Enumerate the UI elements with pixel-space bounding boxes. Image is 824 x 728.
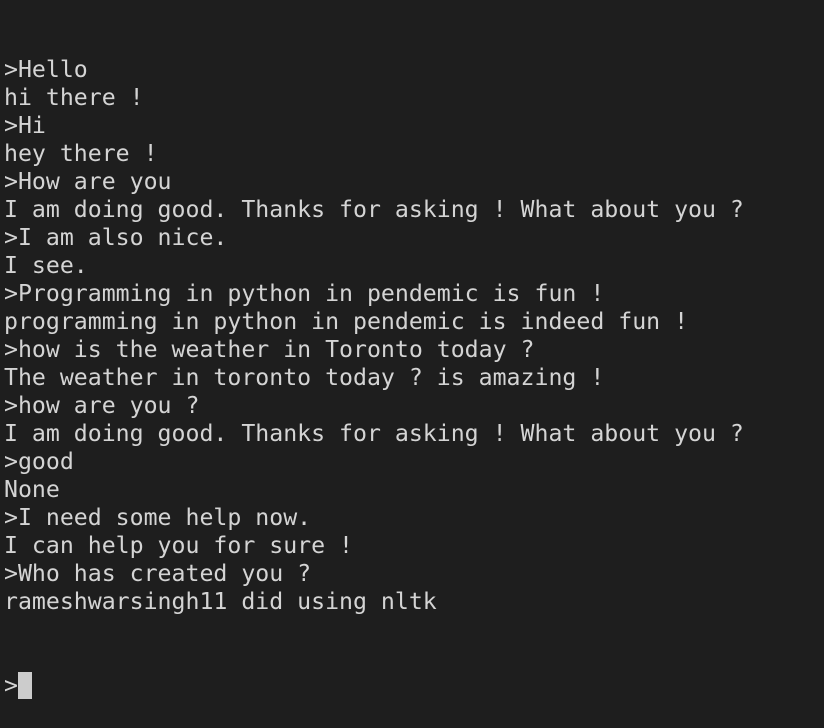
user-input-line: >good <box>4 448 74 475</box>
bot-response-line: hi there ! <box>4 84 144 111</box>
bot-response-line: I am doing good. Thanks for asking ! Wha… <box>4 196 744 223</box>
user-input-line: >Who has created you ? <box>4 560 312 587</box>
bot-response-line: I see. <box>4 252 88 279</box>
bot-response-line: I am doing good. Thanks for asking ! Wha… <box>4 420 744 447</box>
bot-response-line: hey there ! <box>4 140 158 167</box>
text-cursor <box>17 672 32 699</box>
bot-response-line: None <box>4 476 60 503</box>
user-input-line: >Hello <box>4 56 88 83</box>
bot-response-line: The weather in toronto today ? is amazin… <box>4 364 605 391</box>
prompt-symbol: > <box>4 672 18 699</box>
prompt-line[interactable]: > <box>4 672 744 700</box>
user-input-line: >how are you ? <box>4 392 200 419</box>
user-input-line: >I am also nice. <box>4 224 228 251</box>
user-input-line: >how is the weather in Toronto today ? <box>4 336 535 363</box>
terminal-output: >Hello hi there ! >Hi hey there ! >How are y… <box>4 0 744 728</box>
user-input-line: >How are you <box>4 168 172 195</box>
bot-response-line: rameshwarsingh11 did using nltk <box>4 588 437 615</box>
user-input-line: >Hi <box>4 112 46 139</box>
bot-response-line: programming in python in pendemic is ind… <box>4 308 689 335</box>
user-input-line: >I need some help now. <box>4 504 312 531</box>
bot-response-line: I can help you for sure ! <box>4 532 354 559</box>
user-input-line: >Programming in python in pendemic is fu… <box>4 280 605 307</box>
